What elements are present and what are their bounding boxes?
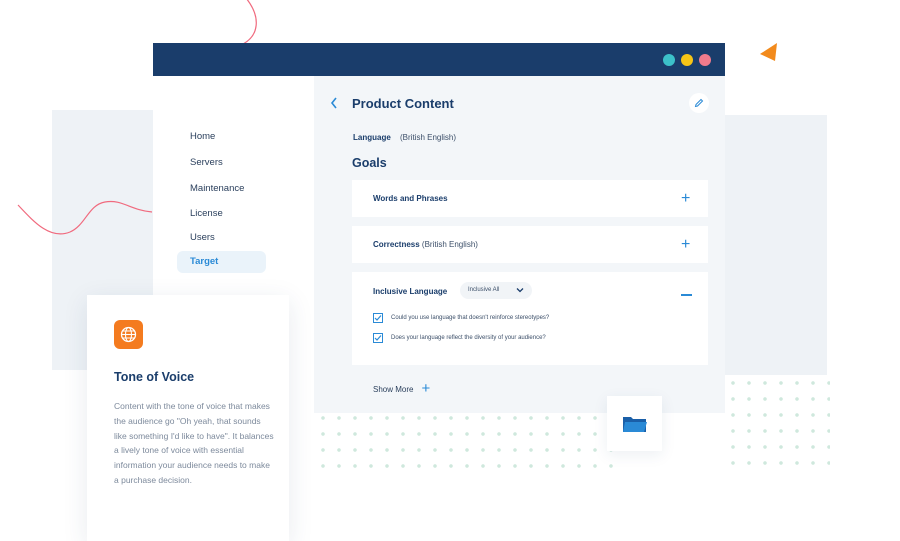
expand-plus-icon[interactable]: +: [681, 191, 690, 207]
goal-card-inclusive: Inclusive Language Inclusive All Could y…: [352, 272, 708, 365]
dot-pattern: [315, 410, 615, 470]
check-row[interactable]: Could you use language that doesn't rein…: [373, 313, 549, 323]
language-value: (British English): [400, 133, 457, 142]
sidebar-item-servers[interactable]: Servers: [177, 152, 267, 174]
pencil-icon: [694, 98, 704, 108]
sidebar-item-home[interactable]: Home: [177, 126, 267, 148]
squiggle-line-top: [242, 0, 257, 45]
card-title-suffix: (British English): [419, 240, 478, 249]
page-title: Product Content: [352, 96, 454, 111]
window-titlebar: [153, 43, 725, 76]
tone-of-voice-card: Tone of Voice Content with the tone of v…: [87, 295, 289, 541]
show-more-label: Show More: [373, 384, 414, 394]
checkmark-icon: [374, 315, 382, 321]
tone-icon-badge: [114, 320, 143, 349]
language-label: Language: [353, 133, 391, 142]
checkbox-checked[interactable]: [373, 333, 383, 343]
goal-card-words[interactable]: Words and Phrases +: [352, 180, 708, 217]
main-content: Product Content Language (British Englis…: [314, 76, 725, 413]
triangle-shape: [760, 43, 777, 61]
dot-pattern: [725, 375, 830, 470]
edit-button[interactable]: [689, 93, 709, 113]
folder-icon: [622, 416, 647, 432]
collapse-minus-icon[interactable]: [681, 294, 692, 296]
tone-title: Tone of Voice: [114, 370, 195, 384]
checkmark-icon: [374, 335, 382, 341]
sidebar-item-target[interactable]: Target: [177, 251, 266, 273]
chevron-down-icon: [516, 288, 524, 293]
window-dot-yellow[interactable]: [681, 54, 693, 66]
sidebar-item-license[interactable]: License: [177, 203, 267, 225]
show-more-button[interactable]: Show More +: [373, 380, 431, 397]
select-value: Inclusive All: [468, 287, 500, 293]
folder-card[interactable]: [607, 396, 662, 451]
goal-card-correctness[interactable]: Correctness (British English) +: [352, 226, 708, 263]
check-label: Does your language reflect the diversity…: [391, 335, 546, 341]
window-dot-teal[interactable]: [663, 54, 675, 66]
checkbox-checked[interactable]: [373, 313, 383, 323]
tone-description: Content with the tone of voice that make…: [114, 401, 274, 485]
check-label: Could you use language that doesn't rein…: [391, 315, 550, 321]
inclusive-select[interactable]: Inclusive All: [460, 282, 532, 299]
expand-plus-icon[interactable]: +: [681, 237, 690, 253]
window-dot-red[interactable]: [699, 54, 711, 66]
goals-heading: Goals: [352, 156, 387, 170]
card-title: Correctness (British English): [373, 240, 478, 249]
back-button[interactable]: [330, 96, 338, 112]
card-title: Inclusive Language: [373, 287, 448, 296]
globe-icon: [120, 326, 137, 343]
plus-icon: +: [421, 380, 431, 397]
check-row[interactable]: Does your language reflect the diversity…: [373, 333, 546, 343]
card-title: Words and Phrases: [373, 194, 448, 203]
sidebar-item-users[interactable]: Users: [177, 227, 267, 249]
sidebar-item-maintenance[interactable]: Maintenance: [177, 178, 267, 200]
background-panel-right: [720, 115, 827, 375]
chevron-left-icon: [330, 97, 337, 109]
card-title-text: Correctness: [373, 240, 420, 249]
